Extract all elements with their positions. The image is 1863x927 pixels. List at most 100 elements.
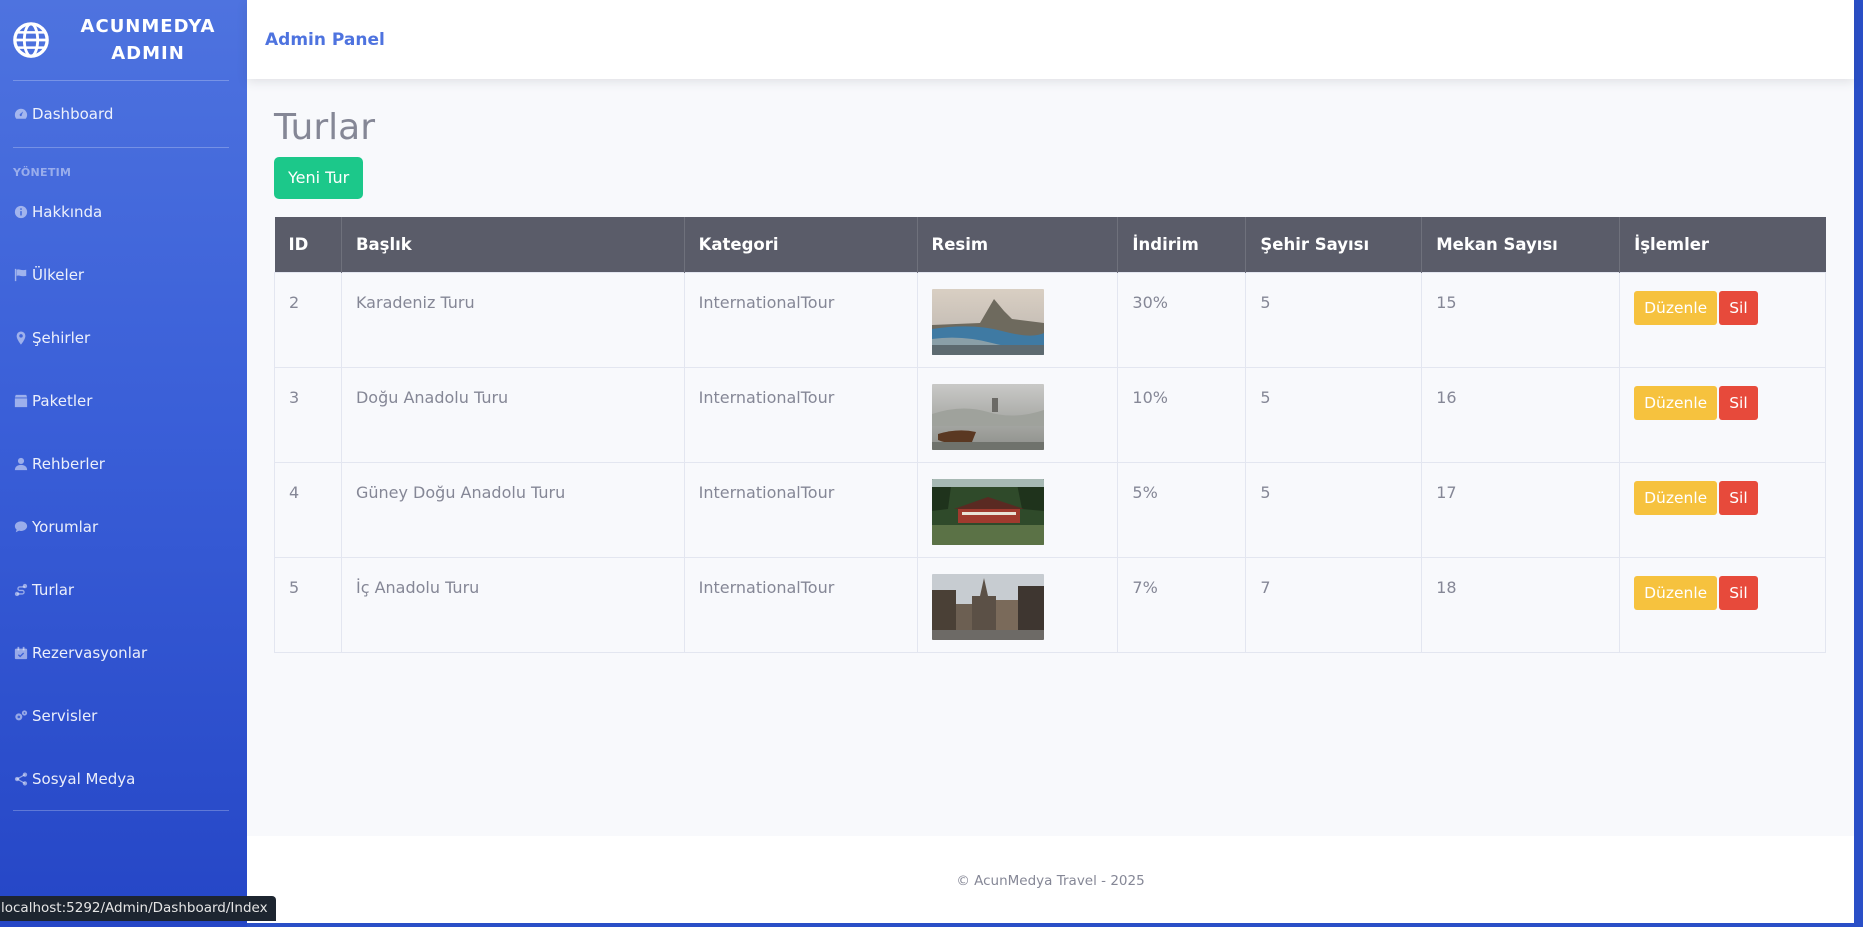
delete-button[interactable]: Sil — [1719, 385, 1758, 420]
cell-discount: 10% — [1117, 366, 1247, 463]
delete-button[interactable]: Sil — [1719, 480, 1758, 515]
table-row: 5 İç Anadolu Turu InternationalTour 7% 7… — [274, 556, 1826, 653]
cell-image — [916, 271, 1119, 368]
sidebar-item-label: Turlar — [32, 580, 75, 599]
sidebar: ACUNMEDYA ADMIN Dashboard YÖNETIM Hakkın… — [0, 0, 247, 927]
page-content: Turlar Yeni Tur ID Başlık Kategori Resim… — [247, 79, 1854, 653]
sidebar-item-services[interactable]: Servisler — [0, 684, 247, 747]
edit-button[interactable]: Düzenle — [1634, 290, 1718, 325]
cell-actions: Düzenle Sil — [1619, 461, 1826, 558]
cell-id: 3 — [274, 366, 342, 463]
info-icon — [13, 204, 28, 219]
cell-image — [916, 366, 1119, 463]
sidebar-item-about[interactable]: Hakkında — [0, 180, 247, 243]
tour-image[interactable] — [931, 288, 1044, 355]
column-header-city-count: Şehir Sayısı — [1245, 217, 1423, 272]
tour-image[interactable] — [931, 478, 1044, 545]
cell-place-count: 16 — [1421, 366, 1621, 463]
cell-place-count: 17 — [1421, 461, 1621, 558]
sidebar-item-label: Dashboard — [32, 105, 114, 123]
column-header-actions: İşlemler — [1619, 217, 1826, 272]
cogs-icon — [13, 708, 28, 723]
sidebar-item-social-media[interactable]: Sosyal Medya — [0, 747, 247, 810]
cell-title: Karadeniz Turu — [340, 271, 685, 368]
brand-title: ACUNMEDYA ADMIN — [68, 13, 228, 67]
tour-image[interactable] — [931, 383, 1044, 450]
delete-button[interactable]: Sil — [1719, 575, 1758, 610]
table-row: 2 Karadeniz Turu InternationalTour 30% 5… — [274, 271, 1826, 368]
cell-city-count: 7 — [1245, 556, 1423, 653]
sidebar-heading: YÖNETIM — [13, 166, 72, 179]
column-header-id: ID — [274, 217, 342, 272]
cell-image — [916, 556, 1119, 653]
delete-button[interactable]: Sil — [1719, 290, 1758, 325]
sidebar-item-label: Yorumlar — [32, 517, 99, 536]
cell-id: 2 — [274, 271, 342, 368]
column-header-image: Resim — [917, 217, 1119, 272]
topbar-title: Admin Panel — [265, 29, 385, 50]
cell-place-count: 15 — [1421, 271, 1621, 368]
page-title: Turlar — [274, 107, 376, 148]
tours-table: ID Başlık Kategori Resim İndirim Şehir S… — [274, 217, 1826, 653]
sidebar-item-label: Sosyal Medya — [32, 769, 136, 788]
sidebar-item-label: Hakkında — [32, 202, 103, 221]
sidebar-item-packages[interactable]: Paketler — [0, 369, 247, 432]
cell-actions: Düzenle Sil — [1619, 271, 1826, 368]
column-header-place-count: Mekan Sayısı — [1421, 217, 1621, 272]
sidebar-item-label: Rehberler — [32, 454, 105, 473]
table-row: 4 Güney Doğu Anadolu Turu InternationalT… — [274, 461, 1826, 558]
calendar-icon — [13, 645, 28, 660]
box-icon — [13, 393, 28, 408]
cell-category: InternationalTour — [683, 556, 918, 653]
brand-line-2: ADMIN — [111, 43, 185, 64]
column-header-discount: İndirim — [1117, 217, 1247, 272]
map-marker-icon — [13, 330, 28, 345]
sidebar-item-label: Rezervasyonlar — [32, 643, 148, 662]
sidebar-item-cities[interactable]: Şehirler — [0, 306, 247, 369]
globe-icon — [13, 22, 49, 58]
cell-id: 5 — [274, 556, 342, 653]
sidebar-item-label: Servisler — [32, 706, 98, 725]
edit-button[interactable]: Düzenle — [1634, 480, 1718, 515]
sidebar-item-countries[interactable]: Ülkeler — [0, 243, 247, 306]
main-content: Admin Panel Turlar Yeni Tur ID Başlık Ka… — [247, 0, 1854, 923]
share-icon — [13, 771, 28, 786]
cell-discount: 30% — [1117, 271, 1247, 368]
cell-category: InternationalTour — [683, 366, 918, 463]
cell-actions: Düzenle Sil — [1619, 556, 1826, 653]
sidebar-item-label: Şehirler — [32, 328, 91, 347]
column-header-category: Kategori — [684, 217, 918, 272]
cell-category: InternationalTour — [683, 461, 918, 558]
sidebar-item-tours[interactable]: Turlar — [0, 558, 247, 621]
footer: © AcunMedya Travel - 2025 — [247, 836, 1854, 923]
sidebar-item-reservations[interactable]: Rezervasyonlar — [0, 621, 247, 684]
cell-place-count: 18 — [1421, 556, 1621, 653]
user-icon — [13, 456, 28, 471]
sidebar-item-guides[interactable]: Rehberler — [0, 432, 247, 495]
cell-discount: 7% — [1117, 556, 1247, 653]
tachometer-icon — [13, 107, 28, 122]
cell-title: İç Anadolu Turu — [340, 556, 685, 653]
flag-icon — [13, 267, 28, 282]
topbar: Admin Panel — [247, 0, 1854, 79]
cell-id: 4 — [274, 461, 342, 558]
route-icon — [13, 582, 28, 597]
cell-city-count: 5 — [1245, 461, 1423, 558]
sidebar-item-label: Ülkeler — [32, 265, 85, 284]
sidebar-item-dashboard[interactable]: Dashboard — [0, 81, 247, 147]
new-tour-button[interactable]: Yeni Tur — [274, 157, 364, 199]
tour-image[interactable] — [931, 573, 1044, 640]
sidebar-brand[interactable]: ACUNMEDYA ADMIN — [0, 0, 247, 80]
browser-status-url: localhost:5292/Admin/Dashboard/Index — [0, 896, 276, 921]
table-header-row: ID Başlık Kategori Resim İndirim Şehir S… — [274, 217, 1826, 272]
edit-button[interactable]: Düzenle — [1634, 385, 1718, 420]
sidebar-divider — [13, 810, 229, 811]
cell-discount: 5% — [1117, 461, 1247, 558]
cell-title: Güney Doğu Anadolu Turu — [340, 461, 685, 558]
column-header-title: Başlık — [341, 217, 685, 272]
cell-city-count: 5 — [1245, 271, 1423, 368]
cell-city-count: 5 — [1245, 366, 1423, 463]
edit-button[interactable]: Düzenle — [1634, 575, 1718, 610]
brand-line-1: ACUNMEDYA — [80, 16, 216, 37]
sidebar-item-comments[interactable]: Yorumlar — [0, 495, 247, 558]
